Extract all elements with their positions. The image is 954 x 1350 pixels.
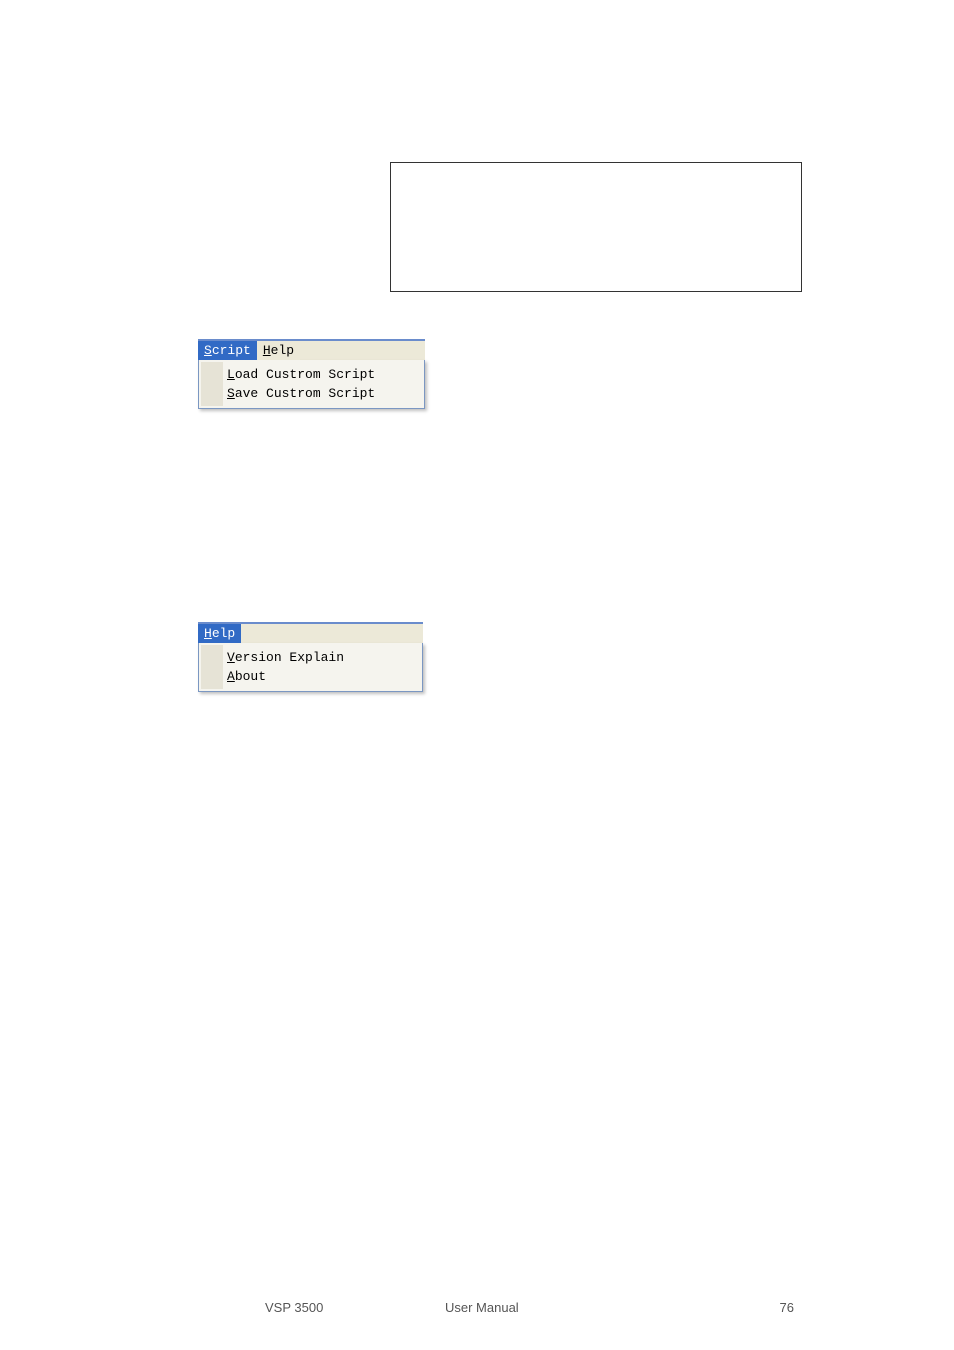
menu-item-label-rest: ave Custrom Script	[235, 386, 375, 401]
mnemonic-letter: A	[227, 669, 235, 684]
menubar-label-rest: elp	[271, 343, 294, 358]
menu-item-version-explain[interactable]: Version Explain	[227, 648, 414, 667]
footer-title: User Manual	[445, 1300, 519, 1315]
empty-outlined-box	[390, 162, 802, 292]
footer-page-number: 76	[780, 1300, 794, 1315]
menubar-label-rest: elp	[212, 626, 235, 641]
help-dropdown: Version Explain About	[198, 643, 423, 692]
mnemonic-letter: S	[227, 386, 235, 401]
script-menu-screenshot: Script Help Load Custrom Script Save Cus…	[198, 339, 425, 409]
menu-item-about[interactable]: About	[227, 667, 414, 686]
menu-item-label-rest: ersion Explain	[235, 650, 344, 665]
menubar-item-script[interactable]: Script	[198, 341, 257, 360]
menubar-help: Help	[198, 624, 423, 643]
mnemonic-letter: L	[227, 367, 235, 382]
dropdown-gutter	[201, 645, 223, 689]
mnemonic-letter: S	[204, 343, 212, 358]
script-dropdown: Load Custrom Script Save Custrom Script	[198, 360, 425, 409]
menu-item-label-rest: bout	[235, 669, 266, 684]
help-menu-screenshot: Help Version Explain About	[198, 622, 423, 692]
menu-item-load-custom-script[interactable]: Load Custrom Script	[227, 365, 416, 384]
menubar-item-help[interactable]: Help	[257, 341, 300, 360]
dropdown-gutter	[201, 362, 223, 406]
menu-item-save-custom-script[interactable]: Save Custrom Script	[227, 384, 416, 403]
menu-item-label-rest: oad Custrom Script	[235, 367, 375, 382]
footer-product: VSP 3500	[265, 1300, 323, 1315]
menubar-label-rest: cript	[212, 343, 251, 358]
menubar-item-help[interactable]: Help	[198, 624, 241, 643]
mnemonic-letter: H	[204, 626, 212, 641]
mnemonic-letter: V	[227, 650, 235, 665]
mnemonic-letter: H	[263, 343, 271, 358]
menubar-script: Script Help	[198, 341, 425, 360]
